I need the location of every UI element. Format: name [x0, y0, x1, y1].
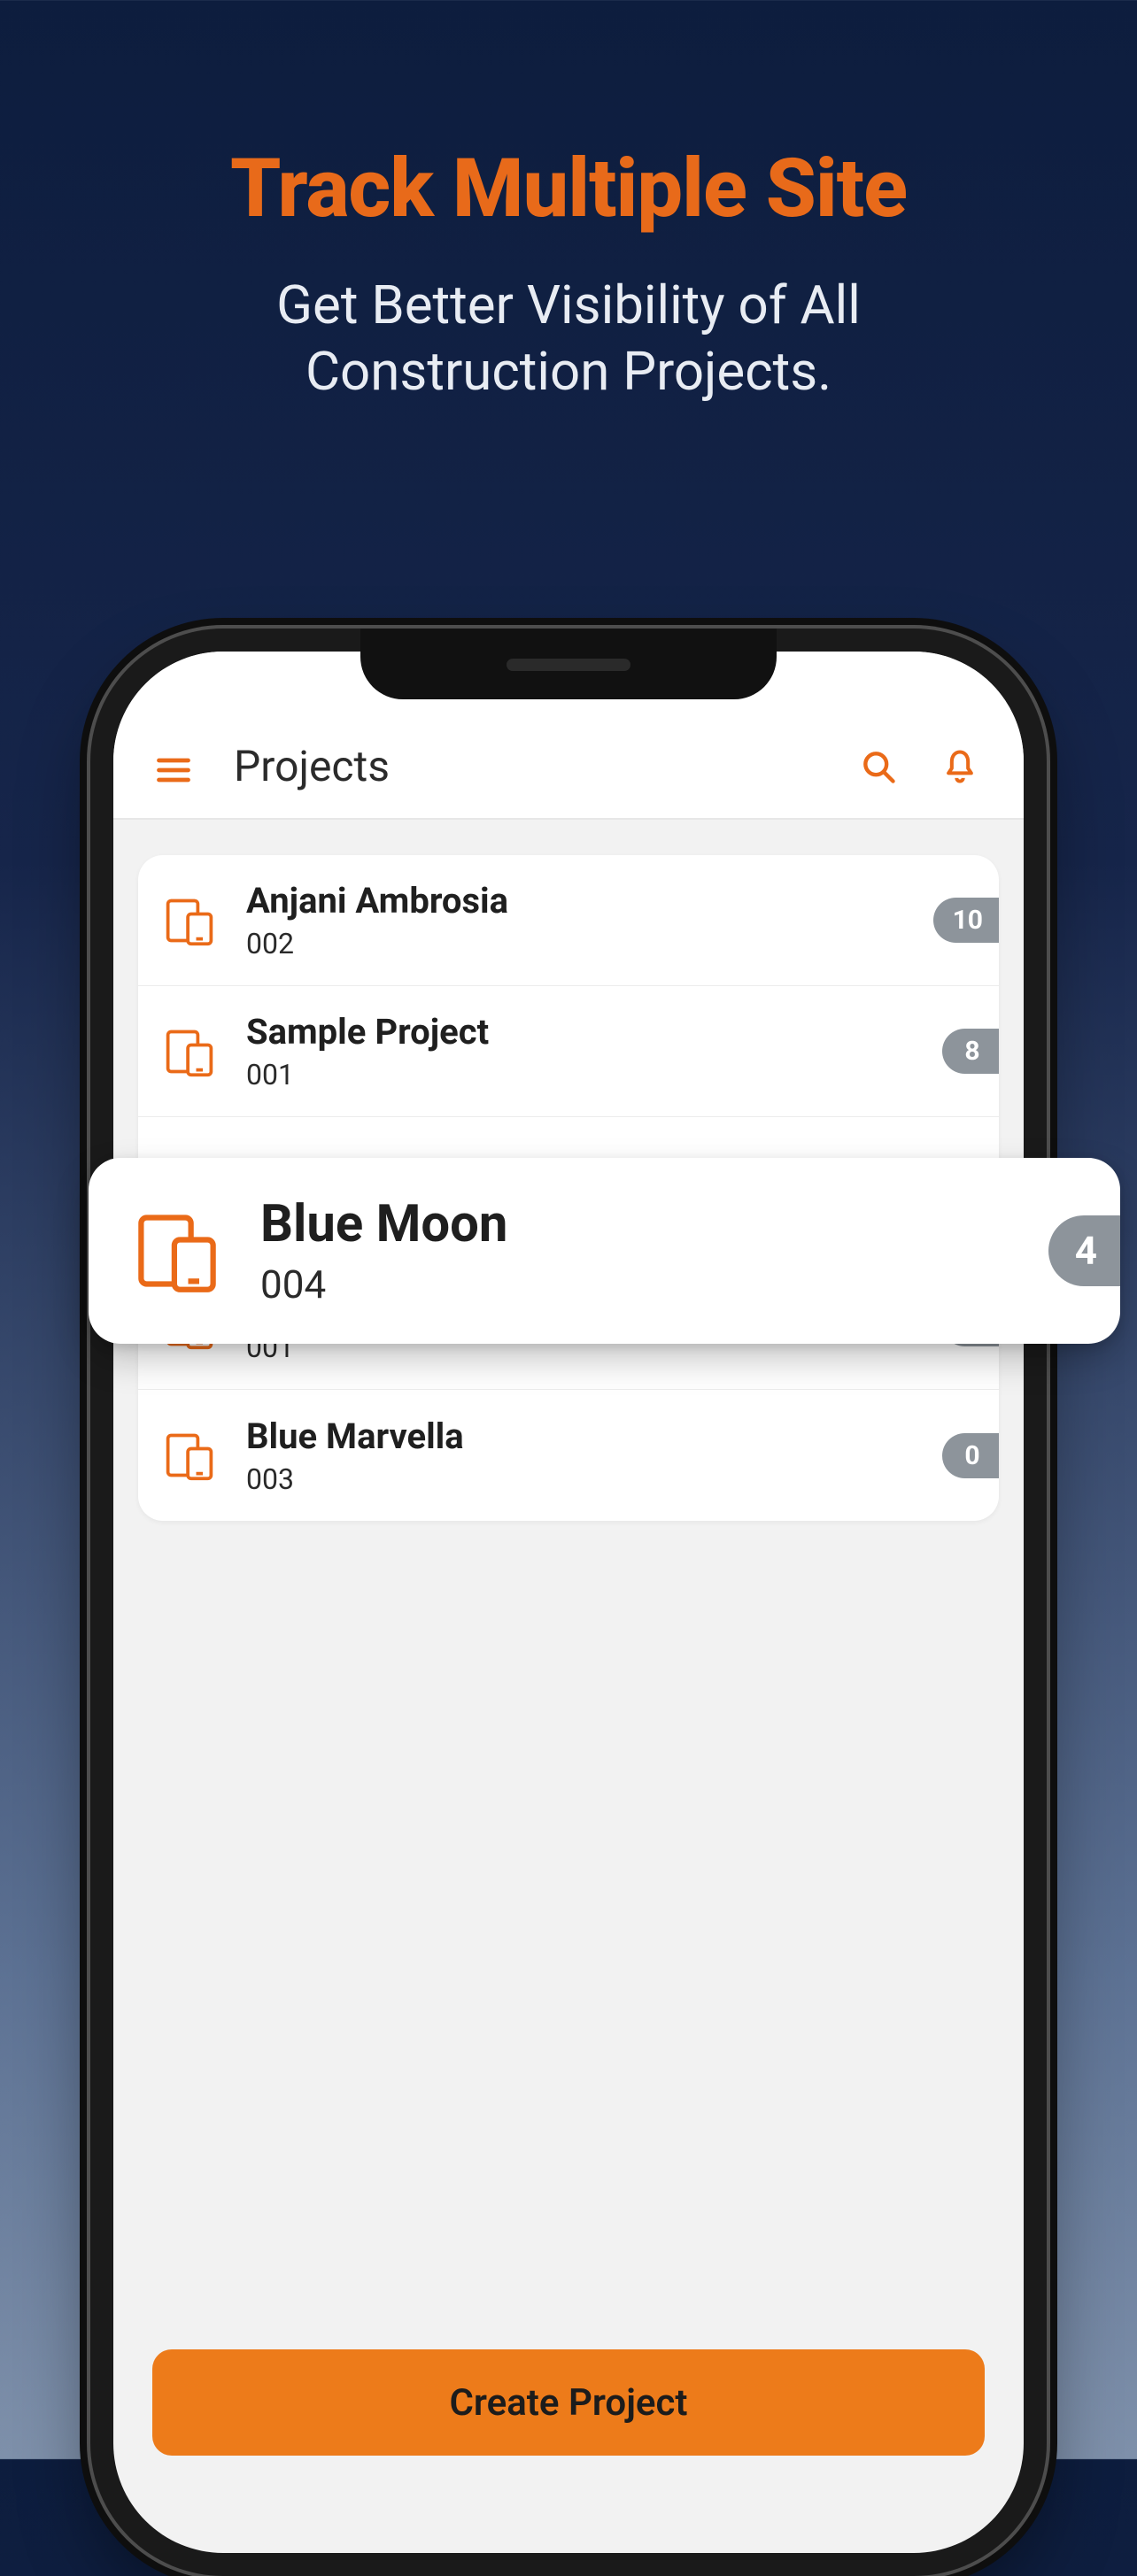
- phone-mockup: Projects: [90, 629, 1047, 2576]
- project-name: Anjani Ambrosia: [246, 880, 933, 922]
- project-badge: 0: [942, 1433, 999, 1478]
- screen-title: Projects: [234, 741, 822, 791]
- project-code: 002: [246, 927, 933, 960]
- project-row[interactable]: Sample Project 001 8: [138, 986, 999, 1117]
- project-row[interactable]: Blue Marvella 003 0: [138, 1390, 999, 1521]
- phone-notch: [360, 629, 777, 699]
- devices-icon: [163, 894, 216, 947]
- project-row[interactable]: Anjani Ambrosia 002 10: [138, 855, 999, 986]
- project-badge: 10: [933, 898, 999, 943]
- project-row-highlighted[interactable]: Blue Moon 004 4: [89, 1158, 1120, 1344]
- project-code: 003: [246, 1462, 942, 1496]
- project-code: 004: [260, 1261, 1048, 1307]
- search-button[interactable]: [854, 742, 903, 791]
- create-project-button[interactable]: Create Project: [152, 2349, 985, 2456]
- hero-title: Track Multiple Site: [0, 142, 1137, 236]
- bell-icon: [940, 747, 979, 786]
- project-badge: 4: [1048, 1215, 1120, 1286]
- devices-icon: [163, 1429, 216, 1482]
- project-code: 001: [246, 1058, 942, 1091]
- project-name: Blue Marvella: [246, 1415, 942, 1457]
- project-name: Sample Project: [246, 1011, 942, 1053]
- create-project-label: Create Project: [449, 2381, 687, 2425]
- notifications-button[interactable]: [935, 742, 985, 791]
- menu-button[interactable]: [152, 749, 195, 791]
- devices-icon: [133, 1207, 221, 1295]
- search-icon: [859, 747, 898, 786]
- hamburger-icon: [154, 751, 193, 790]
- project-badge: 8: [942, 1029, 999, 1074]
- project-name: Blue Moon: [260, 1194, 1048, 1254]
- app-screen: Projects: [113, 652, 1024, 2553]
- devices-icon: [163, 1025, 216, 1078]
- hero-subtitle: Get Better Visibility of All Constructio…: [0, 272, 1137, 405]
